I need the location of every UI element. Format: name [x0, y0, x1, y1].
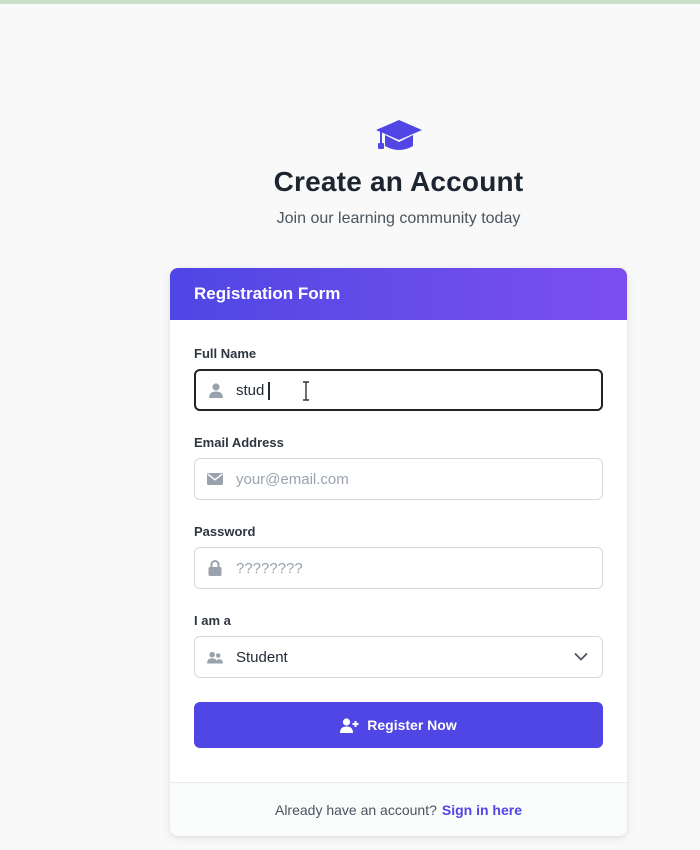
email-wrapper — [194, 458, 603, 500]
role-selected-value: Student — [236, 648, 288, 666]
role-select[interactable]: Student — [194, 636, 603, 678]
password-wrapper — [194, 547, 603, 589]
users-icon — [207, 649, 223, 665]
lock-icon — [207, 560, 223, 576]
password-group: Password — [194, 524, 603, 589]
form-body: Full Name Email Address — [170, 320, 627, 748]
user-icon — [208, 382, 224, 398]
full-name-label: Full Name — [194, 346, 257, 361]
password-input[interactable] — [195, 548, 602, 588]
top-strip — [0, 0, 700, 4]
signin-link[interactable]: Sign in here — [442, 802, 522, 818]
chevron-down-icon — [574, 652, 588, 661]
full-name-wrapper — [194, 369, 603, 411]
email-input[interactable] — [195, 459, 602, 499]
full-name-input[interactable] — [196, 371, 601, 409]
password-label: Password — [194, 524, 256, 539]
graduation-cap-icon — [375, 120, 422, 150]
signin-prompt: Already have an account? — [274, 801, 437, 818]
email-label: Email Address — [194, 435, 284, 450]
registration-card: Registration Form Full Name Email Addr — [170, 268, 627, 836]
card-header: Registration Form — [170, 268, 627, 320]
envelope-icon — [207, 471, 223, 487]
role-group: I am a Student — [194, 613, 603, 678]
text-caret — [268, 382, 270, 400]
role-label: I am a — [194, 613, 231, 628]
email-group: Email Address — [194, 435, 603, 500]
text-cursor-icon — [303, 381, 309, 401]
page-title: Create an Account — [273, 166, 524, 197]
register-button[interactable]: Register Now — [194, 702, 603, 748]
page-subtitle: Join our learning community today — [276, 210, 521, 227]
full-name-group: Full Name — [194, 346, 603, 411]
card-header-title: Registration Form — [194, 284, 341, 303]
register-button-label: Register Now — [367, 717, 457, 733]
user-plus-icon — [340, 717, 359, 733]
hero-section: Create an Account Join our learning comm… — [170, 116, 627, 228]
card-footer: Already have an account? Sign in here — [170, 782, 627, 836]
